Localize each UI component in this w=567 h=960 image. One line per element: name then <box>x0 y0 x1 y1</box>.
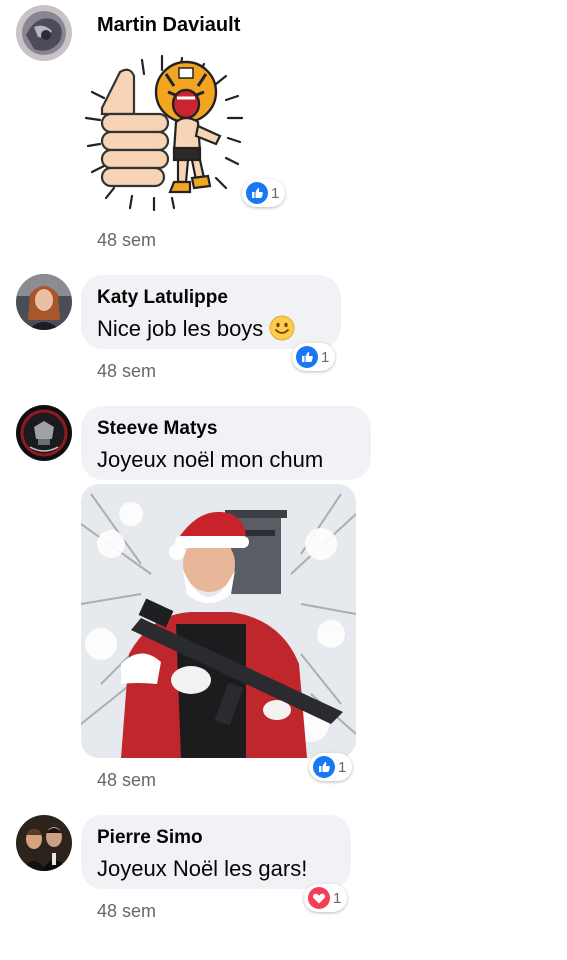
comment-text: Joyeux noël mon chum <box>97 447 324 472</box>
smiley-icon <box>269 315 295 341</box>
santa-with-rifle-photo[interactable] <box>81 484 356 758</box>
comment-bubble[interactable]: Steeve Matys Joyeux noël mon chum <box>81 406 371 480</box>
comment-text: Joyeux Noël les gars! <box>97 856 308 881</box>
like-icon <box>313 756 335 778</box>
avatar[interactable] <box>16 815 72 871</box>
comment-author[interactable]: Katy Latulippe <box>97 287 323 309</box>
comment-author[interactable]: Martin Daviault <box>97 14 240 37</box>
comment-timestamp[interactable]: 48 sem <box>97 230 156 251</box>
comment-author[interactable]: Steeve Matys <box>97 418 353 440</box>
comment-author[interactable]: Pierre Simo <box>97 827 333 849</box>
reaction-summary[interactable]: 1 <box>304 884 348 912</box>
avatar[interactable] <box>16 274 72 330</box>
comment-timestamp[interactable]: 48 sem <box>97 901 156 922</box>
avatar[interactable] <box>16 405 72 461</box>
reaction-summary[interactable]: 1 <box>242 179 286 207</box>
comment-timestamp[interactable]: 48 sem <box>97 361 156 382</box>
comment-bubble[interactable]: Pierre Simo Joyeux Noël les gars! <box>81 815 351 889</box>
reaction-count: 1 <box>321 348 330 366</box>
love-icon <box>308 887 330 909</box>
comment-text: Nice job les boys <box>97 315 323 343</box>
comment-timestamp[interactable]: 48 sem <box>97 770 156 791</box>
like-icon <box>296 346 318 368</box>
reaction-count: 1 <box>338 758 347 776</box>
avatar[interactable] <box>16 5 72 61</box>
reaction-count: 1 <box>333 889 342 907</box>
reaction-summary[interactable]: 1 <box>309 753 353 781</box>
like-icon <box>246 182 268 204</box>
reaction-summary[interactable]: 1 <box>292 343 336 371</box>
reaction-count: 1 <box>271 184 280 202</box>
thumbs-up-tiger-sticker <box>82 52 250 214</box>
comment-bubble[interactable]: Katy Latulippe Nice job les boys <box>81 275 341 349</box>
